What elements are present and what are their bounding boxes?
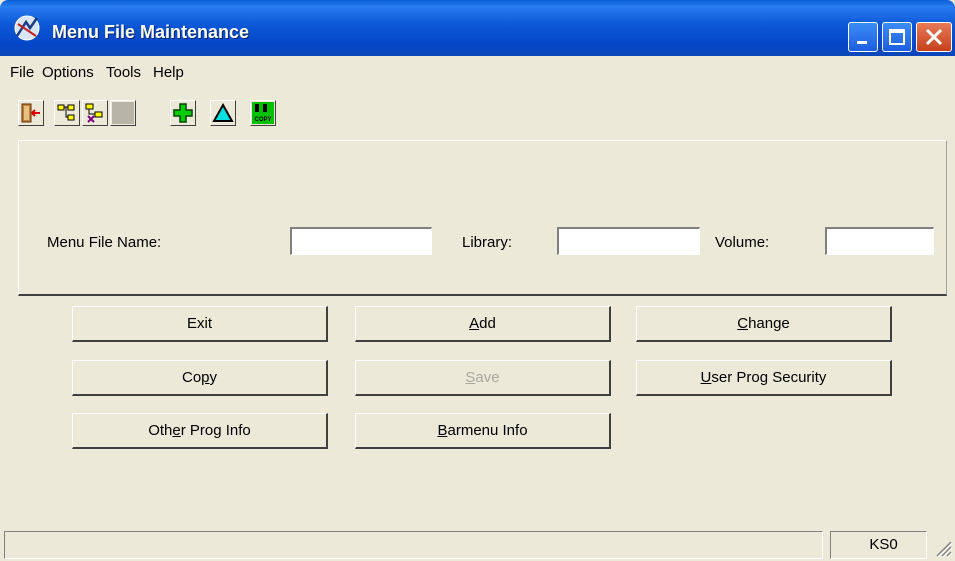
title-bar[interactable]: Menu File Maintenance [0, 0, 955, 56]
copy-icon: COPY [252, 102, 274, 124]
toolbar: COPY [0, 88, 955, 134]
window-title: Menu File Maintenance [52, 22, 250, 42]
other-prog-info-label-pre: Oth [148, 422, 173, 439]
change-triangle-icon [212, 102, 234, 122]
menu-file-maintenance-window: Menu File Maintenance File Options Tools… [0, 0, 955, 561]
other-prog-info-label-post: r Prog Info [180, 422, 251, 439]
copy-tool-button[interactable]: COPY [250, 100, 276, 126]
copy-button[interactable]: Copy [72, 360, 328, 396]
app-icon [14, 15, 40, 41]
menu-options[interactable]: Options [42, 64, 94, 81]
add-button-mnemonic: A [469, 315, 480, 332]
close-button[interactable] [916, 22, 952, 52]
menu-file[interactable]: File [10, 64, 34, 81]
add-button[interactable]: Add [355, 306, 611, 342]
tree-structure-icon [57, 104, 75, 121]
menu-tools[interactable]: Tools [106, 64, 141, 81]
barmenu-info-label-post: armenu Info [447, 422, 528, 439]
status-bar: KS0 [0, 528, 955, 561]
minimize-icon [857, 41, 867, 44]
copy-button-label-pre: Co [181, 369, 202, 386]
menu-help[interactable]: Help [153, 64, 184, 81]
other-prog-info-button[interactable]: Other Prog Info [72, 413, 328, 449]
menu-file-name-label: Menu File Name: [47, 234, 162, 251]
status-code-pane: KS0 [830, 531, 927, 559]
exit-tool-button[interactable] [18, 100, 44, 126]
minimize-button[interactable] [848, 22, 878, 52]
close-icon [925, 28, 943, 46]
change-tool-button[interactable] [210, 100, 236, 126]
resize-grip-icon[interactable] [933, 538, 953, 558]
barmenu-info-button[interactable]: Barmenu Info [355, 413, 611, 449]
blank-tool-button [110, 100, 136, 126]
exit-button-label: Exit [186, 315, 212, 332]
tools-tool-button[interactable] [82, 100, 108, 126]
save-button: Save [355, 360, 611, 396]
copy-button-mnemonic: p [201, 369, 210, 386]
status-message-pane [4, 531, 823, 559]
exit-door-icon [21, 103, 40, 123]
volume-input[interactable] [825, 227, 934, 255]
menu-bar: File Options Tools Help [0, 56, 955, 88]
add-button-label-post: dd [479, 315, 496, 332]
volume-label: Volume: [715, 234, 770, 251]
change-button-mnemonic: C [737, 315, 749, 332]
copy-button-label-post: y [209, 369, 218, 386]
exit-button[interactable]: Exit [72, 306, 328, 342]
add-plus-icon [173, 103, 193, 123]
add-tool-button[interactable] [170, 100, 196, 126]
save-button-label-post: ave [475, 369, 500, 386]
criteria-panel: Menu File Name: Library: Volume: [18, 140, 947, 296]
other-prog-info-mnemonic: e [172, 422, 181, 439]
user-prog-security-button[interactable]: User Prog Security [636, 360, 892, 396]
user-prog-security-mnemonic: U [700, 369, 712, 386]
save-button-mnemonic: S [465, 369, 476, 386]
copy-icon-caption: COPY [254, 117, 271, 123]
change-button-label-post: hange [748, 315, 790, 332]
menu-file-name-input[interactable] [290, 227, 432, 255]
barmenu-info-mnemonic: B [437, 422, 448, 439]
user-prog-security-label-post: ser Prog Security [711, 369, 827, 386]
change-button[interactable]: Change [636, 306, 892, 342]
structure-tool-button[interactable] [54, 100, 80, 126]
tree-tools-icon [85, 103, 103, 123]
library-label: Library: [462, 234, 513, 251]
blank-disabled-icon [112, 102, 134, 124]
library-input[interactable] [557, 227, 700, 255]
maximize-icon [889, 29, 905, 45]
maximize-button[interactable] [882, 22, 912, 52]
